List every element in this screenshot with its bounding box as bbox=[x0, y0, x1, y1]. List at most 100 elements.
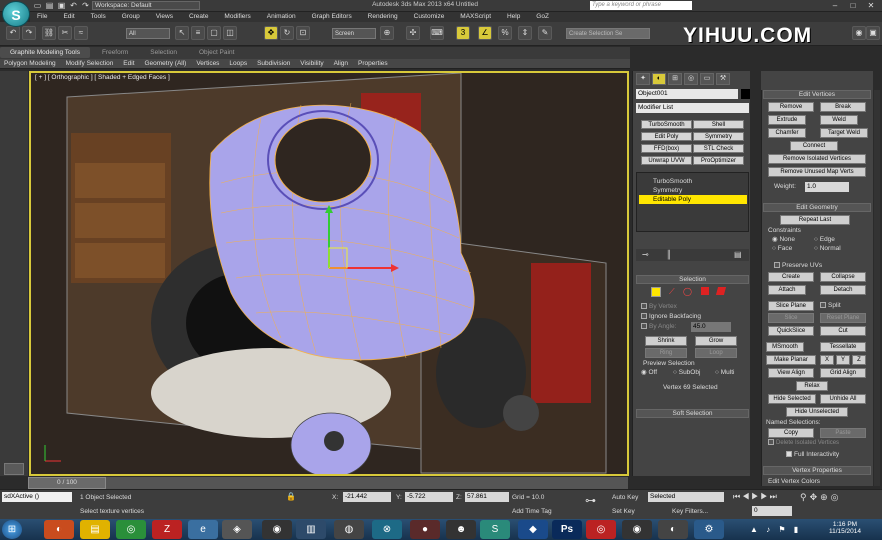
rect-selection-icon[interactable]: ▢ bbox=[207, 26, 221, 40]
slice-button[interactable]: Slice bbox=[768, 313, 814, 323]
app-icon-8[interactable]: ◆ bbox=[518, 520, 548, 539]
weight-input[interactable]: 1.0 bbox=[805, 182, 849, 192]
paste-button[interactable]: Paste bbox=[820, 428, 866, 438]
delete-isolated-checkbox[interactable]: Delete Isolated Vertices bbox=[768, 439, 839, 448]
by-angle-checkbox[interactable]: By Angle: bbox=[641, 322, 676, 331]
app-icon-2[interactable]: ◉ bbox=[262, 520, 292, 539]
undo-icon[interactable]: ↶ bbox=[68, 0, 79, 11]
ignore-backfacing-checkbox[interactable]: Ignore Backfacing bbox=[641, 312, 701, 321]
configure-sets-icon[interactable]: ▤ bbox=[734, 250, 742, 259]
start-button-icon[interactable]: ⊞ bbox=[2, 520, 22, 539]
redo-icon[interactable]: ↷ bbox=[80, 0, 91, 11]
cut-button[interactable]: Cut bbox=[820, 326, 866, 336]
object-color-swatch[interactable] bbox=[741, 89, 750, 99]
move-icon[interactable]: ✥ bbox=[264, 26, 278, 40]
menu-file[interactable]: File bbox=[30, 12, 54, 22]
minimize-icon[interactable]: – bbox=[826, 0, 844, 11]
angle-input[interactable]: 45.0 bbox=[691, 322, 731, 332]
create-button[interactable]: Create bbox=[768, 272, 814, 282]
chrome-icon[interactable]: ◎ bbox=[116, 520, 146, 539]
preview-multi-radio[interactable]: ○ Multi bbox=[715, 368, 734, 377]
app-icon-12[interactable]: ⚙ bbox=[694, 520, 724, 539]
utilities-tab-icon[interactable]: ⚒ bbox=[716, 73, 730, 85]
show-end-result-icon[interactable]: ║ bbox=[666, 250, 672, 259]
chamfer-button[interactable]: Chamfer bbox=[768, 128, 806, 138]
render-frame-icon[interactable]: ▣ bbox=[866, 26, 880, 40]
slice-plane-button[interactable]: Slice Plane bbox=[768, 301, 814, 311]
split-checkbox[interactable]: Split bbox=[820, 301, 841, 310]
select-by-name-icon[interactable]: ≡ bbox=[191, 26, 205, 40]
full-interactivity-checkbox[interactable]: Full Interactivity bbox=[786, 450, 839, 459]
vertex-mode-icon[interactable] bbox=[651, 287, 661, 297]
repeat-last-button[interactable]: Repeat Last bbox=[780, 215, 850, 225]
rotate-icon[interactable]: ↻ bbox=[280, 26, 294, 40]
redo-button-icon[interactable]: ↷ bbox=[22, 26, 36, 40]
render-icon[interactable]: ◉ bbox=[852, 26, 866, 40]
app-logo-icon[interactable]: S bbox=[2, 1, 30, 27]
grid-align-button[interactable]: Grid Align bbox=[820, 368, 866, 378]
menu-modifiers[interactable]: Modifiers bbox=[217, 12, 257, 22]
add-time-tag-button[interactable]: Add Time Tag bbox=[512, 507, 552, 516]
selection-rollout-header[interactable]: Selection bbox=[636, 275, 749, 284]
lock-selection-icon[interactable]: 🔒 bbox=[286, 492, 296, 501]
workspace-dropdown[interactable]: Workspace: Default bbox=[92, 1, 200, 10]
soft-selection-rollout-header[interactable]: Soft Selection bbox=[636, 409, 749, 418]
menu-create[interactable]: Create bbox=[182, 12, 216, 22]
msmooth-button[interactable]: MSmooth bbox=[766, 342, 804, 352]
break-button[interactable]: Break bbox=[820, 102, 866, 112]
preview-subobj-radio[interactable]: ○ SubObj bbox=[673, 368, 700, 377]
menu-graph-editors[interactable]: Graph Editors bbox=[305, 12, 359, 22]
panel-loops[interactable]: Loops bbox=[225, 59, 251, 69]
maximize-icon[interactable]: □ bbox=[844, 0, 862, 11]
panel-modify-selection[interactable]: Modify Selection bbox=[62, 59, 118, 69]
current-frame-field[interactable]: 0 bbox=[752, 506, 792, 516]
key-filters-button[interactable]: Key Filters... bbox=[672, 507, 708, 516]
app-icon-6[interactable]: ● bbox=[410, 520, 440, 539]
panel-subdivision[interactable]: Subdivision bbox=[253, 59, 294, 69]
panel-scrollbar[interactable] bbox=[874, 90, 880, 486]
panel-polygon-modeling[interactable]: Polygon Modeling bbox=[0, 59, 60, 69]
object-name-field[interactable]: Object001 bbox=[636, 89, 738, 99]
panel-vertices[interactable]: Vertices bbox=[192, 59, 223, 69]
photoshop-icon[interactable]: Ps bbox=[552, 520, 582, 539]
loop-button[interactable]: Loop bbox=[695, 348, 737, 358]
planar-z-button[interactable]: Z bbox=[852, 355, 866, 365]
open-icon[interactable]: ▤ bbox=[44, 0, 55, 11]
remove-unused-map-verts-button[interactable]: Remove Unused Map Verts bbox=[768, 167, 866, 177]
viewport-layout-icon[interactable] bbox=[4, 463, 24, 475]
filezilla-icon[interactable]: Z bbox=[152, 520, 182, 539]
auto-key-button[interactable]: Auto Key bbox=[612, 493, 638, 502]
panel-align[interactable]: Align bbox=[330, 59, 352, 69]
maxscript-listener[interactable]: sdXActive () bbox=[2, 492, 72, 502]
time-slider-track[interactable]: 0 / 100 bbox=[28, 477, 628, 489]
undo-button-icon[interactable]: ↶ bbox=[6, 26, 20, 40]
constraint-none-radio[interactable]: ◉ None bbox=[772, 235, 795, 244]
named-selection-sets-dropdown[interactable]: Create Selection Se bbox=[566, 28, 650, 39]
ffd-box-button[interactable]: FFD(box) bbox=[641, 144, 692, 153]
time-slider[interactable]: 0 / 100 bbox=[28, 477, 106, 489]
firefox-icon[interactable]: ◐ bbox=[44, 520, 74, 539]
create-tab-icon[interactable]: ✦ bbox=[636, 73, 650, 85]
unhide-all-button[interactable]: Unhide All bbox=[820, 394, 866, 404]
hierarchy-tab-icon[interactable]: ⊞ bbox=[668, 73, 682, 85]
shell-button[interactable]: Shell bbox=[693, 120, 744, 129]
tab-selection[interactable]: Selection bbox=[140, 47, 187, 58]
polygon-mode-icon[interactable] bbox=[701, 287, 709, 295]
edit-named-sets-icon[interactable]: ✎ bbox=[538, 26, 552, 40]
ie-icon[interactable]: e bbox=[188, 520, 218, 539]
vertex-properties-header[interactable]: Vertex Properties bbox=[763, 466, 871, 475]
menu-rendering[interactable]: Rendering bbox=[361, 12, 405, 22]
pin-stack-icon[interactable]: ⊸ bbox=[642, 250, 649, 259]
motion-tab-icon[interactable]: ◎ bbox=[684, 73, 698, 85]
stack-item-editable-poly[interactable]: Editable Poly bbox=[639, 195, 747, 204]
clock[interactable]: 1:16 PM 11/15/2014 bbox=[820, 521, 870, 535]
hide-unselected-button[interactable]: Hide Unselected bbox=[786, 407, 848, 417]
connect-button[interactable]: Connect bbox=[790, 141, 838, 151]
relax-button[interactable]: Relax bbox=[796, 381, 828, 391]
detach-button[interactable]: Detach bbox=[820, 285, 866, 295]
app-icon-9[interactable]: ◎ bbox=[586, 520, 616, 539]
prooptimizer-button[interactable]: ProOptimizer bbox=[693, 156, 744, 165]
z-coordinate-field[interactable]: 57.861 bbox=[465, 492, 509, 502]
constraint-edge-radio[interactable]: ○ Edge bbox=[814, 235, 835, 244]
selection-filter-dropdown[interactable]: All bbox=[126, 28, 170, 39]
